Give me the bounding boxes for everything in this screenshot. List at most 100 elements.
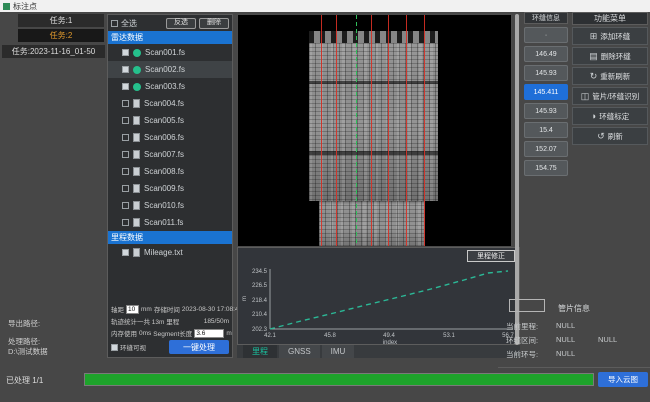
task-item-1[interactable]: 任务:1: [18, 14, 104, 27]
file-name: Scan001.fs: [145, 48, 185, 57]
file-checkbox[interactable]: [122, 49, 129, 56]
file-checkbox[interactable]: [122, 185, 129, 192]
svg-text:226.5: 226.5: [252, 283, 268, 289]
file-name: Scan006.fs: [144, 133, 184, 142]
tab-imu[interactable]: IMU: [322, 345, 355, 358]
radar-scan-band-lower: [319, 201, 425, 247]
file-toolbar: 全选 反选 删除: [108, 15, 232, 31]
scan-file-row[interactable]: Scan006.fs: [108, 129, 232, 146]
radar-data-section-header: 雷达数据: [108, 31, 232, 44]
scan-file-row[interactable]: Scan009.fs: [108, 180, 232, 197]
seam-value-button[interactable]: 154.75: [524, 160, 568, 176]
delete-button[interactable]: 删除: [199, 18, 229, 29]
seam-marker-line: [388, 15, 389, 247]
export-path-label: 导出路径:: [8, 318, 40, 329]
select-all-label: 全选: [121, 18, 137, 29]
file-checkbox[interactable]: [122, 134, 129, 141]
refresh-icon: [597, 132, 605, 141]
scan-file-row[interactable]: Scan001.fs: [108, 44, 232, 61]
seam-value-list: 环缝信息 · 146.49 145.93 145.411 145.93 15.4…: [524, 12, 568, 176]
scan-file-row[interactable]: Scan005.fs: [108, 112, 232, 129]
seam-list-header: 环缝信息: [524, 12, 568, 24]
seam-calibrate-button[interactable]: 环缝标定: [572, 107, 648, 125]
seam-value-button[interactable]: ·: [524, 27, 568, 43]
mileage-curve: [270, 271, 508, 329]
current-ring-label: 当前环号:: [506, 349, 552, 360]
seam-value-button[interactable]: 146.49: [524, 46, 568, 62]
file-checkbox[interactable]: [122, 100, 129, 107]
select-all-checkbox[interactable]: [111, 20, 118, 27]
task-item-2-active[interactable]: 任务:2: [18, 29, 104, 42]
seam-visible-checkbox[interactable]: [111, 344, 118, 351]
file-checkbox[interactable]: [122, 83, 129, 90]
refresh-view-button[interactable]: 重新刷新: [572, 67, 648, 85]
file-checkbox[interactable]: [122, 66, 129, 73]
import-pointcloud-button[interactable]: 导入云图: [598, 372, 648, 387]
add-seam-icon: [590, 32, 598, 41]
task-item-3[interactable]: 任务:2023-11-16_01-50: [2, 45, 105, 58]
processed-status-icon: [133, 66, 141, 74]
file-checkbox[interactable]: [122, 219, 129, 226]
tab-mileage[interactable]: 里程: [243, 345, 277, 358]
file-icon: [133, 218, 140, 227]
progress-bar: [84, 373, 594, 386]
scan-file-row[interactable]: Scan010.fs: [108, 197, 232, 214]
title-bar: 标注点: [0, 0, 650, 12]
file-icon: [133, 201, 140, 210]
radar-image-canvas[interactable]: [237, 14, 512, 247]
file-checkbox[interactable]: [122, 249, 129, 256]
svg-text:49.4: 49.4: [383, 333, 395, 339]
seam-visible-label: 环缝可视: [120, 342, 146, 352]
axle-unit: mm: [141, 306, 152, 313]
segment-recognize-icon: [581, 92, 590, 101]
segment-info-panel: 管片信息 当前里程: NULL 环缝区间: NULL NULL 当前环号: NU…: [498, 296, 650, 368]
file-checkbox[interactable]: [122, 202, 129, 209]
delete-seam-button[interactable]: 删除环缝: [572, 47, 648, 65]
seam-range-value2: NULL: [598, 335, 617, 346]
scan-file-row[interactable]: Scan004.fs: [108, 95, 232, 112]
tab-gnss[interactable]: GNSS: [279, 345, 320, 358]
refresh-button[interactable]: 刷新: [572, 127, 648, 145]
segment-length-label: Segment长度: [153, 328, 192, 338]
one-click-process-button[interactable]: 一键处理: [169, 340, 229, 354]
axle-input[interactable]: [126, 305, 139, 314]
chart-ylabel: m: [242, 296, 248, 301]
memory-label: 内存使用: [111, 328, 137, 338]
invert-selection-button[interactable]: 反选: [166, 18, 196, 29]
file-name: Mileage.txt: [144, 248, 183, 257]
seam-value-button[interactable]: 152.07: [524, 141, 568, 157]
segment-recognize-button[interactable]: 管片/环缝识别: [572, 87, 648, 105]
scan-file-row[interactable]: Scan008.fs: [108, 163, 232, 180]
file-checkbox[interactable]: [122, 117, 129, 124]
mileage-file-row[interactable]: Mileage.txt: [108, 244, 232, 261]
file-checkbox[interactable]: [122, 151, 129, 158]
processed-count-label: 已处理 1/1: [6, 375, 43, 386]
scan-file-row[interactable]: Scan002.fs: [108, 61, 232, 78]
seam-value-button[interactable]: 145.93: [524, 103, 568, 119]
bottom-tab-bar: 里程 GNSS IMU: [237, 345, 520, 358]
scan-file-row[interactable]: Scan003.fs: [108, 78, 232, 95]
scan-file-row[interactable]: Scan011.fs: [108, 214, 232, 231]
segment-info-row: 环缝区间: NULL NULL: [506, 335, 650, 346]
file-icon: [133, 248, 140, 257]
scan-file-row[interactable]: Scan007.fs: [108, 146, 232, 163]
current-mileage-label: 当前里程:: [506, 321, 552, 332]
file-icon: [133, 167, 140, 176]
segment-length-input[interactable]: [194, 329, 224, 338]
file-name: Scan005.fs: [144, 116, 184, 125]
storage-time-label: 存储时间: [154, 304, 180, 314]
seam-range-value1: NULL: [552, 335, 598, 346]
add-seam-button[interactable]: 添加环缝: [572, 27, 648, 45]
file-name: Scan002.fs: [145, 65, 185, 74]
processed-status-icon: [133, 83, 141, 91]
current-mileage-value: NULL: [552, 321, 598, 332]
svg-text:234.5: 234.5: [252, 269, 268, 275]
process-path-value: D:\测试数据: [8, 346, 48, 357]
file-checkbox[interactable]: [122, 168, 129, 175]
seam-value-button-selected[interactable]: 145.411: [524, 84, 568, 100]
file-name: Scan009.fs: [144, 184, 184, 193]
segment-info-row: 当前环号: NULL: [506, 349, 650, 360]
seam-value-button[interactable]: 15.4: [524, 122, 568, 138]
segment-length-unit: m: [226, 330, 231, 337]
seam-value-button[interactable]: 145.93: [524, 65, 568, 81]
